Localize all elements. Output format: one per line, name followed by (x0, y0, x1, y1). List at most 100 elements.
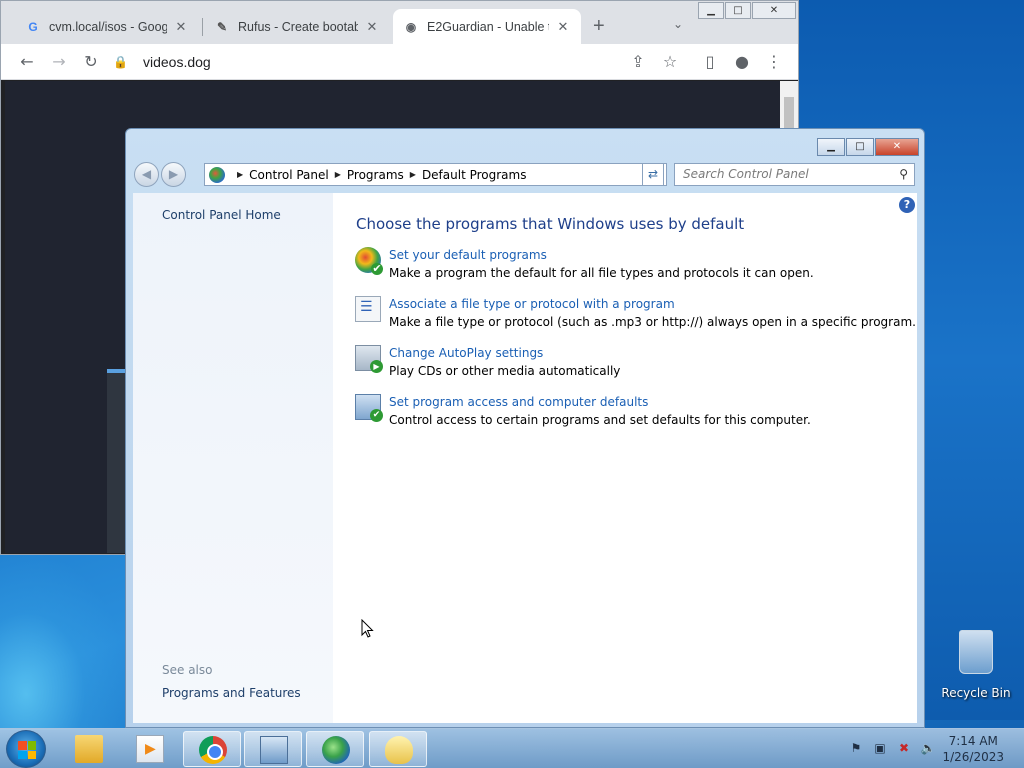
side-panel-icon[interactable]: ▯ (700, 52, 720, 72)
maximize-button[interactable]: □ (846, 138, 874, 156)
control-panel-icon (209, 166, 225, 183)
breadcrumb-control-panel[interactable]: Control Panel (249, 168, 329, 182)
recycle-bin-icon (959, 630, 993, 674)
cp-navigation: ◀ ▶ (134, 162, 188, 187)
recycle-bin-label: Recycle Bin (941, 686, 1011, 700)
google-g-icon: G (28, 19, 38, 34)
forward-arrow-icon[interactable]: → (49, 52, 69, 72)
rufus-icon: ✎ (216, 19, 228, 34)
task-description: Make a file type or protocol (such as .m… (389, 315, 916, 329)
associate-file-type-link[interactable]: Associate a file type or protocol with a… (389, 296, 916, 312)
refresh-icon[interactable]: ⇄ (642, 163, 664, 186)
clock-time: 7:14 AM (948, 734, 998, 748)
cp-content: Control Panel Home See also Programs and… (133, 193, 917, 723)
bookmark-star-icon[interactable]: ☆ (660, 52, 680, 72)
url-text: videos.dog (143, 54, 211, 70)
control-panel-icon (260, 736, 288, 764)
forward-button[interactable]: ▶ (161, 162, 186, 187)
autoplay-icon (355, 345, 383, 373)
network-icon[interactable]: ▣ (872, 740, 888, 756)
search-input[interactable]: Search Control Panel ⚲ (674, 163, 915, 186)
browser-toolbar: ← → ↻ 🔒 videos.dog ⇪ ☆ ▯ ● ⋮ (1, 44, 798, 80)
close-tab-icon[interactable]: ✕ (173, 19, 189, 35)
volume-icon[interactable]: 🔈 (920, 740, 936, 756)
minimize-button[interactable]: ▁ (698, 2, 724, 19)
taskbar-network-app[interactable] (306, 731, 364, 767)
programs-and-features-link[interactable]: Programs and Features (162, 686, 301, 700)
close-button[interactable]: ✕ (752, 2, 796, 19)
taskbar-media-player[interactable] (121, 731, 179, 767)
task-default-programs: Set your default programs Make a program… (355, 247, 814, 283)
breadcrumb-arrow-icon[interactable]: ▶ (335, 170, 341, 179)
cp-window-controls: ▁ □ ✕ (816, 138, 919, 156)
reload-icon[interactable]: ↻ (81, 52, 101, 72)
browser-tab-bar: G cvm.local/isos - Google ✕ ✎ Rufus - Cr… (1, 1, 798, 44)
profile-avatar-icon[interactable]: ● (732, 52, 752, 72)
menu-kebab-icon[interactable]: ⋮ (764, 52, 784, 72)
back-arrow-icon[interactable]: ← (17, 52, 37, 72)
share-icon[interactable]: ⇪ (628, 52, 648, 72)
minimize-button[interactable]: ▁ (817, 138, 845, 156)
globe-icon (322, 736, 350, 764)
breadcrumb-programs[interactable]: Programs (347, 168, 404, 182)
tab-title: E2Guardian - Unable to (427, 19, 549, 34)
file-association-icon (355, 296, 381, 322)
browser-tab-rufus[interactable]: ✎ Rufus - Create bootable ✕ (204, 9, 390, 44)
mouse-cursor-icon (361, 619, 374, 638)
back-button[interactable]: ◀ (134, 162, 159, 187)
cp-sidebar: Control Panel Home See also Programs and… (133, 193, 333, 723)
close-button[interactable]: ✕ (875, 138, 919, 156)
browser-window-controls: ▁ □ ✕ (697, 2, 796, 19)
maximize-button[interactable]: □ (725, 2, 751, 19)
taskbar-chat-app[interactable] (369, 731, 427, 767)
task-description: Make a program the default for all file … (389, 266, 814, 280)
media-player-icon (136, 735, 164, 763)
task-file-association: Associate a file type or protocol with a… (355, 296, 916, 332)
taskbar-clock[interactable]: 7:14 AM 1/26/2023 (942, 733, 1004, 765)
taskbar-chrome[interactable] (183, 731, 241, 767)
network-error-icon[interactable]: ✖ (896, 740, 912, 756)
tab-search-chevron-icon[interactable]: ⌄ (673, 17, 683, 31)
recycle-bin-shortcut[interactable]: Recycle Bin (940, 630, 1012, 700)
new-tab-plus-icon[interactable]: + (593, 15, 605, 38)
tab-separator (202, 18, 203, 36)
program-access-icon (355, 394, 383, 422)
change-autoplay-link[interactable]: Change AutoPlay settings (389, 345, 620, 361)
folder-icon (75, 735, 103, 763)
see-also-label: See also (162, 663, 213, 677)
chrome-icon (199, 736, 227, 764)
default-programs-icon (355, 247, 383, 275)
help-icon[interactable]: ? (899, 197, 915, 213)
search-icon[interactable]: ⚲ (899, 164, 908, 185)
taskbar-explorer[interactable] (60, 731, 118, 767)
lock-icon: 🔒 (113, 55, 128, 69)
cp-address-bar[interactable]: ▶ Control Panel ▶ Programs ▶ Default Pro… (204, 163, 667, 186)
action-center-icon[interactable]: ⚑ (848, 740, 864, 756)
breadcrumb-arrow-icon[interactable]: ▶ (237, 170, 243, 179)
desktop-wallpaper-swoosh (0, 550, 130, 730)
browser-tab-e2guardian[interactable]: ◉ E2Guardian - Unable to ✕ (393, 9, 581, 44)
windows-logo-icon (18, 741, 36, 759)
task-autoplay: Change AutoPlay settings Play CDs or oth… (355, 345, 620, 381)
breadcrumb-default-programs[interactable]: Default Programs (422, 168, 527, 182)
page-title: Choose the programs that Windows uses by… (356, 215, 745, 233)
task-program-access: Set program access and computer defaults… (355, 394, 811, 430)
taskbar-control-panel[interactable] (244, 731, 302, 767)
control-panel-window: ▁ □ ✕ ◀ ▶ ▶ Control Panel ▶ Programs ▶ D… (125, 128, 925, 728)
chat-bubble-icon (385, 736, 413, 764)
task-description: Play CDs or other media automatically (389, 364, 621, 378)
taskbar: ⚑ ▣ ✖ 🔈 7:14 AM 1/26/2023 (0, 728, 1024, 768)
tab-title: Rufus - Create bootable (238, 19, 358, 34)
clock-date: 1/26/2023 (942, 750, 1004, 764)
task-description: Control access to certain programs and s… (389, 413, 811, 427)
address-bar[interactable]: 🔒 videos.dog (113, 48, 613, 76)
close-tab-icon[interactable]: ✕ (364, 19, 380, 35)
breadcrumb-arrow-icon[interactable]: ▶ (410, 170, 416, 179)
set-default-programs-link[interactable]: Set your default programs (389, 247, 814, 263)
close-tab-icon[interactable]: ✕ (555, 19, 571, 35)
globe-icon: ◉ (405, 19, 417, 34)
browser-tab-isos[interactable]: G cvm.local/isos - Google ✕ (15, 9, 199, 44)
start-button[interactable] (6, 730, 46, 768)
program-access-defaults-link[interactable]: Set program access and computer defaults (389, 394, 811, 410)
sidebar-home-link[interactable]: Control Panel Home (162, 208, 281, 222)
